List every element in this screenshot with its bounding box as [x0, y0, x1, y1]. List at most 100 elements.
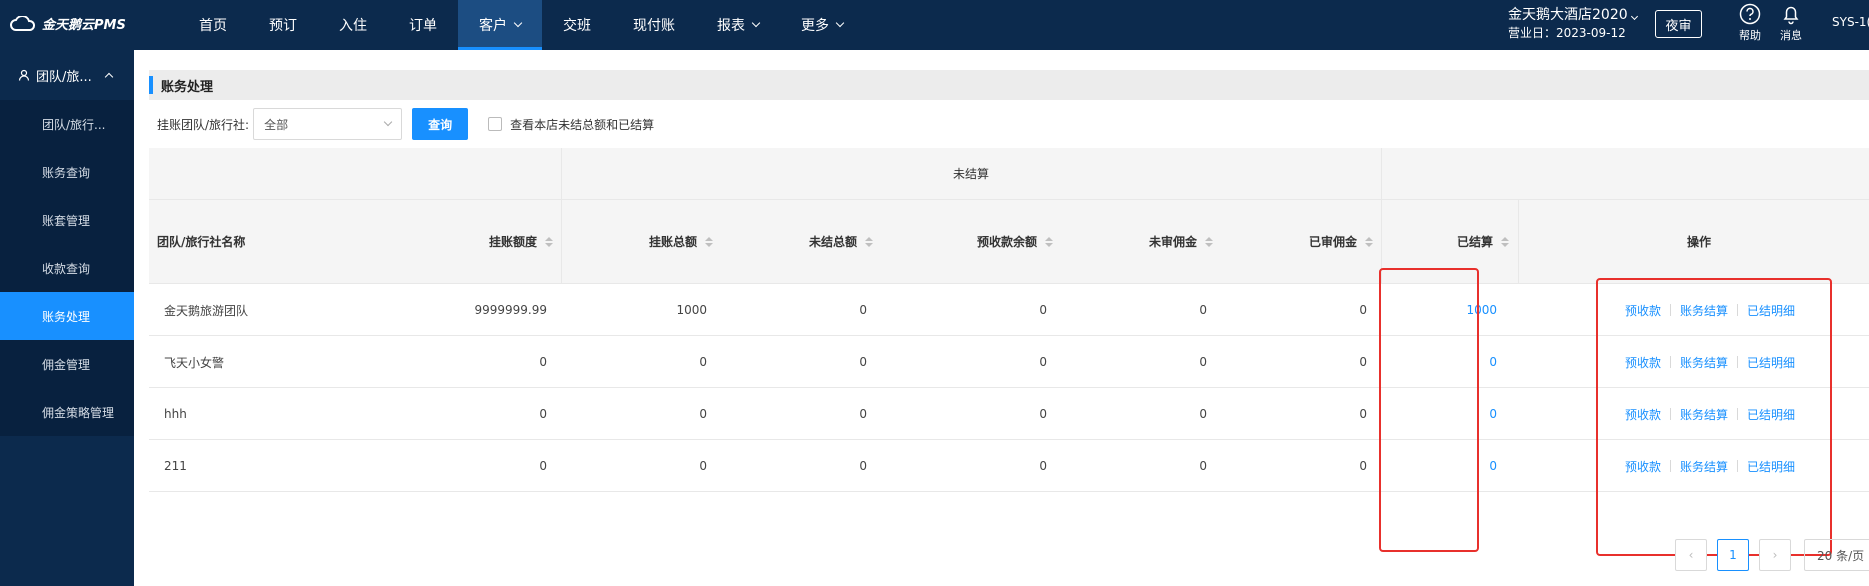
pagination: ‹ 1 › [1675, 539, 1791, 571]
col-unsettled[interactable]: 未结总额 [769, 200, 873, 283]
cell-total: 0 [699, 355, 707, 369]
sort-icon [1045, 236, 1053, 247]
col-audited[interactable]: 已审佣金 [1269, 200, 1373, 283]
cell-name: hhh [164, 407, 187, 421]
filter-bar: 挂账团队/旅行社: 全部 查询 查看本店未结总额和已结算 [157, 108, 654, 140]
page-title: 账务处理 [161, 79, 214, 95]
sort-icon [705, 236, 713, 247]
agency-select[interactable]: 全部 [253, 108, 403, 140]
nav-customer[interactable]: 客户 [458, 0, 542, 50]
chevron-down-icon [513, 18, 523, 28]
col-ops: 操作 [1686, 235, 1711, 249]
sidebar-submenu: 团队/旅行... 账务查询 账套管理 收款查询 账务处理 佣金管理 佣金策略管理 [0, 100, 134, 436]
cell-limit: 0 [539, 407, 547, 421]
user-icon [18, 69, 30, 81]
chevron-up-icon [104, 72, 114, 82]
query-button[interactable]: 查询 [412, 108, 469, 140]
help-button[interactable]: 帮助 [1733, 3, 1767, 43]
cell-prepay: 0 [1039, 303, 1047, 317]
chevron-down-icon [1630, 12, 1638, 21]
highlight-ops-column [1596, 278, 1832, 556]
title-marker [149, 76, 153, 94]
cell-unsettled: 0 [859, 355, 867, 369]
cell-limit: 9999999.99 [474, 303, 547, 317]
cell-unaudited: 0 [1199, 459, 1207, 473]
main-content: 账务处理 挂账团队/旅行社: 全部 查询 查看本店未结总额和已结算 未结算 团队… [134, 50, 1869, 586]
sort-icon [545, 236, 553, 247]
cell-audited: 0 [1359, 407, 1367, 421]
chevron-down-icon [751, 18, 761, 28]
nav-shift[interactable]: 交班 [542, 0, 612, 50]
cell-prepay: 0 [1039, 407, 1047, 421]
col-name: 团队/旅行社名称 [157, 235, 246, 249]
sidebar-item-team-agency[interactable]: 团队/旅行... [0, 100, 134, 148]
cell-unsettled: 0 [859, 407, 867, 421]
sort-icon [1365, 236, 1373, 247]
hotel-selector[interactable]: 金天鹅大酒店2020 营业日：2023-09-12 [1508, 6, 1638, 42]
cell-limit: 0 [539, 459, 547, 473]
cell-audited: 0 [1359, 355, 1367, 369]
cell-name: 211 [164, 459, 187, 473]
night-audit-button[interactable]: 夜审 [1655, 10, 1702, 38]
col-total[interactable]: 挂账总额 [609, 200, 713, 283]
chevron-right-icon: › [1772, 548, 1778, 562]
sidebar: 团队/旅... 团队/旅行... 账务查询 账套管理 收款查询 账务处理 佣金管… [0, 50, 134, 586]
cell-prepay: 0 [1039, 459, 1047, 473]
cell-prepay: 0 [1039, 355, 1047, 369]
checkbox[interactable] [488, 117, 503, 131]
chevron-left-icon: ‹ [1688, 548, 1694, 562]
cell-name: 飞天小女警 [164, 355, 225, 370]
table-group-header: 未结算 [149, 148, 1869, 200]
cell-total: 0 [699, 459, 707, 473]
cell-limit: 0 [539, 355, 547, 369]
sidebar-item-account-set[interactable]: 账套管理 [0, 196, 134, 244]
page-title-bar: 账务处理 [149, 70, 1869, 100]
business-date: 营业日：2023-09-12 [1508, 26, 1626, 40]
nav-more[interactable]: 更多 [780, 0, 864, 50]
sidebar-item-account-processing[interactable]: 账务处理 [0, 292, 134, 340]
cell-unaudited: 0 [1199, 407, 1207, 421]
app-logo[interactable]: 金天鹅云PMS [10, 14, 126, 33]
cloud-icon [10, 15, 36, 31]
cell-total: 1000 [676, 303, 707, 317]
col-limit[interactable]: 挂账额度 [449, 200, 553, 283]
nav-orders[interactable]: 订单 [388, 0, 458, 50]
nav-reports[interactable]: 报表 [696, 0, 780, 50]
help-icon [1739, 3, 1761, 25]
cell-audited: 0 [1359, 459, 1367, 473]
sort-icon [1501, 236, 1509, 247]
sidebar-item-commission[interactable]: 佣金管理 [0, 340, 134, 388]
filter-label: 挂账团队/旅行社: [157, 117, 250, 132]
nav-home[interactable]: 首页 [178, 0, 248, 50]
prev-page-button[interactable]: ‹ [1675, 539, 1707, 571]
messages-button[interactable]: 消息 [1774, 3, 1808, 43]
group-header-unsettled: 未结算 [952, 167, 989, 181]
sort-icon [865, 236, 873, 247]
nav-cash-account[interactable]: 现付账 [612, 0, 696, 50]
col-prepay[interactable]: 预收款余额 [929, 200, 1053, 283]
highlight-settled-column [1379, 268, 1479, 552]
bell-icon [1783, 6, 1799, 25]
col-unaudited[interactable]: 未审佣金 [1109, 200, 1213, 283]
current-user[interactable]: SYS-1( [1832, 15, 1869, 29]
cell-total: 0 [699, 407, 707, 421]
hotel-name: 金天鹅大酒店2020 [1508, 7, 1628, 23]
sidebar-item-receipt-query[interactable]: 收款查询 [0, 244, 134, 292]
sidebar-group-team[interactable]: 团队/旅... [0, 50, 134, 100]
cell-unaudited: 0 [1199, 303, 1207, 317]
cell-unsettled: 0 [859, 459, 867, 473]
cell-name: 金天鹅旅游团队 [164, 303, 249, 318]
cell-unaudited: 0 [1199, 355, 1207, 369]
next-page-button[interactable]: › [1759, 539, 1791, 571]
sidebar-item-account-query[interactable]: 账务查询 [0, 148, 134, 196]
nav-reservation[interactable]: 预订 [248, 0, 318, 50]
logo-text: 金天鹅云PMS [42, 18, 126, 33]
show-store-totals-checkbox[interactable]: 查看本店未结总额和已结算 [488, 116, 654, 133]
sort-icon [1205, 236, 1213, 247]
table-header: 团队/旅行社名称 挂账额度 挂账总额 未结总额 预收款余额 未审佣金 已审佣金 … [149, 200, 1869, 284]
nav-checkin[interactable]: 入住 [318, 0, 388, 50]
page-size-select[interactable]: 20 条/页 [1804, 539, 1869, 571]
cell-unsettled: 0 [859, 303, 867, 317]
page-number-button[interactable]: 1 [1717, 539, 1749, 571]
sidebar-item-commission-policy[interactable]: 佣金策略管理 [0, 388, 134, 436]
